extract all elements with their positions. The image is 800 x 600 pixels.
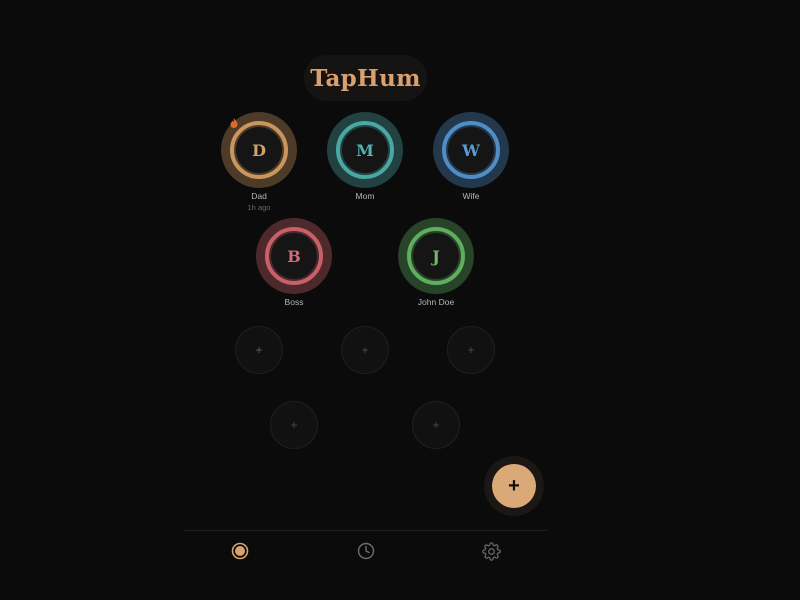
contact-initial: W bbox=[448, 127, 494, 173]
contact-boss[interactable]: B Boss bbox=[249, 218, 339, 307]
contact-name: Boss bbox=[284, 297, 304, 307]
contact-mom[interactable]: M Mom bbox=[320, 112, 410, 201]
empty-slot-add-button[interactable]: + bbox=[270, 401, 318, 449]
app-title-pill: TapHum bbox=[304, 55, 427, 101]
nav-settings-tab[interactable] bbox=[478, 538, 504, 564]
empty-slot-add-button[interactable]: + bbox=[235, 326, 283, 374]
empty-slot-add-button[interactable]: + bbox=[447, 326, 495, 374]
nav-home-tab[interactable] bbox=[227, 538, 253, 564]
contact-last-seen: 1h ago bbox=[247, 203, 271, 212]
contact-initial: B bbox=[271, 233, 317, 279]
add-contact-button[interactable]: + bbox=[492, 464, 536, 508]
contact-wife[interactable]: W Wife bbox=[426, 112, 516, 201]
contact-name: Mom bbox=[355, 191, 375, 201]
contact-ring: J bbox=[398, 218, 474, 294]
nav-history-tab[interactable] bbox=[353, 538, 379, 564]
flame-icon bbox=[230, 118, 238, 128]
app-title: TapHum bbox=[310, 64, 421, 92]
contact-initial: D bbox=[236, 127, 282, 173]
empty-slot-add-button[interactable]: + bbox=[341, 326, 389, 374]
contact-ring: M bbox=[327, 112, 403, 188]
contact-name: John Doe bbox=[417, 297, 455, 307]
gear-icon bbox=[481, 541, 501, 561]
clock-icon bbox=[357, 542, 375, 560]
nav-divider bbox=[184, 530, 548, 531]
contact-dad[interactable]: D Dad 1h ago bbox=[214, 112, 304, 212]
contact-initial: M bbox=[342, 127, 388, 173]
contact-john-doe[interactable]: J John Doe bbox=[391, 218, 481, 307]
contact-initial: J bbox=[413, 233, 459, 279]
empty-slot-add-button[interactable]: + bbox=[412, 401, 460, 449]
contact-ring: B bbox=[256, 218, 332, 294]
contact-ring: D bbox=[221, 112, 297, 188]
contact-ring: W bbox=[433, 112, 509, 188]
contact-name: Dad bbox=[251, 191, 267, 201]
app-screen: TapHum D Dad 1h ago M Mom W Wife B Boss … bbox=[0, 0, 800, 600]
contact-name: Wife bbox=[462, 191, 480, 201]
circle-dot-icon bbox=[231, 542, 249, 560]
